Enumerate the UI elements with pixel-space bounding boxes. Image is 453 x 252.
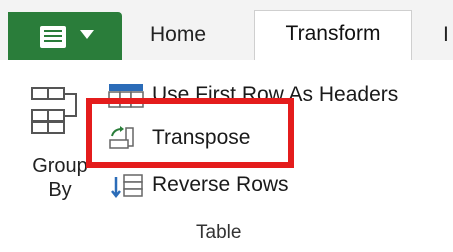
- tab-transform[interactable]: Transform: [254, 10, 412, 61]
- file-menu-button[interactable]: [8, 12, 122, 60]
- table-group-label: Table: [196, 222, 242, 243]
- chevron-down-icon: [80, 30, 94, 39]
- spreadsheet-icon: [40, 26, 66, 48]
- reverse-rows-label: Reverse Rows: [152, 173, 289, 196]
- ribbon-tab-bar: Home Transform I: [0, 0, 453, 61]
- highlight-box: [86, 98, 294, 168]
- group-by-icon: [31, 87, 77, 134]
- tab-next-partial[interactable]: I: [443, 16, 453, 60]
- reverse-rows-icon: [111, 174, 143, 199]
- group-by-button[interactable]: Group By: [20, 82, 88, 201]
- tab-home[interactable]: Home: [150, 16, 230, 60]
